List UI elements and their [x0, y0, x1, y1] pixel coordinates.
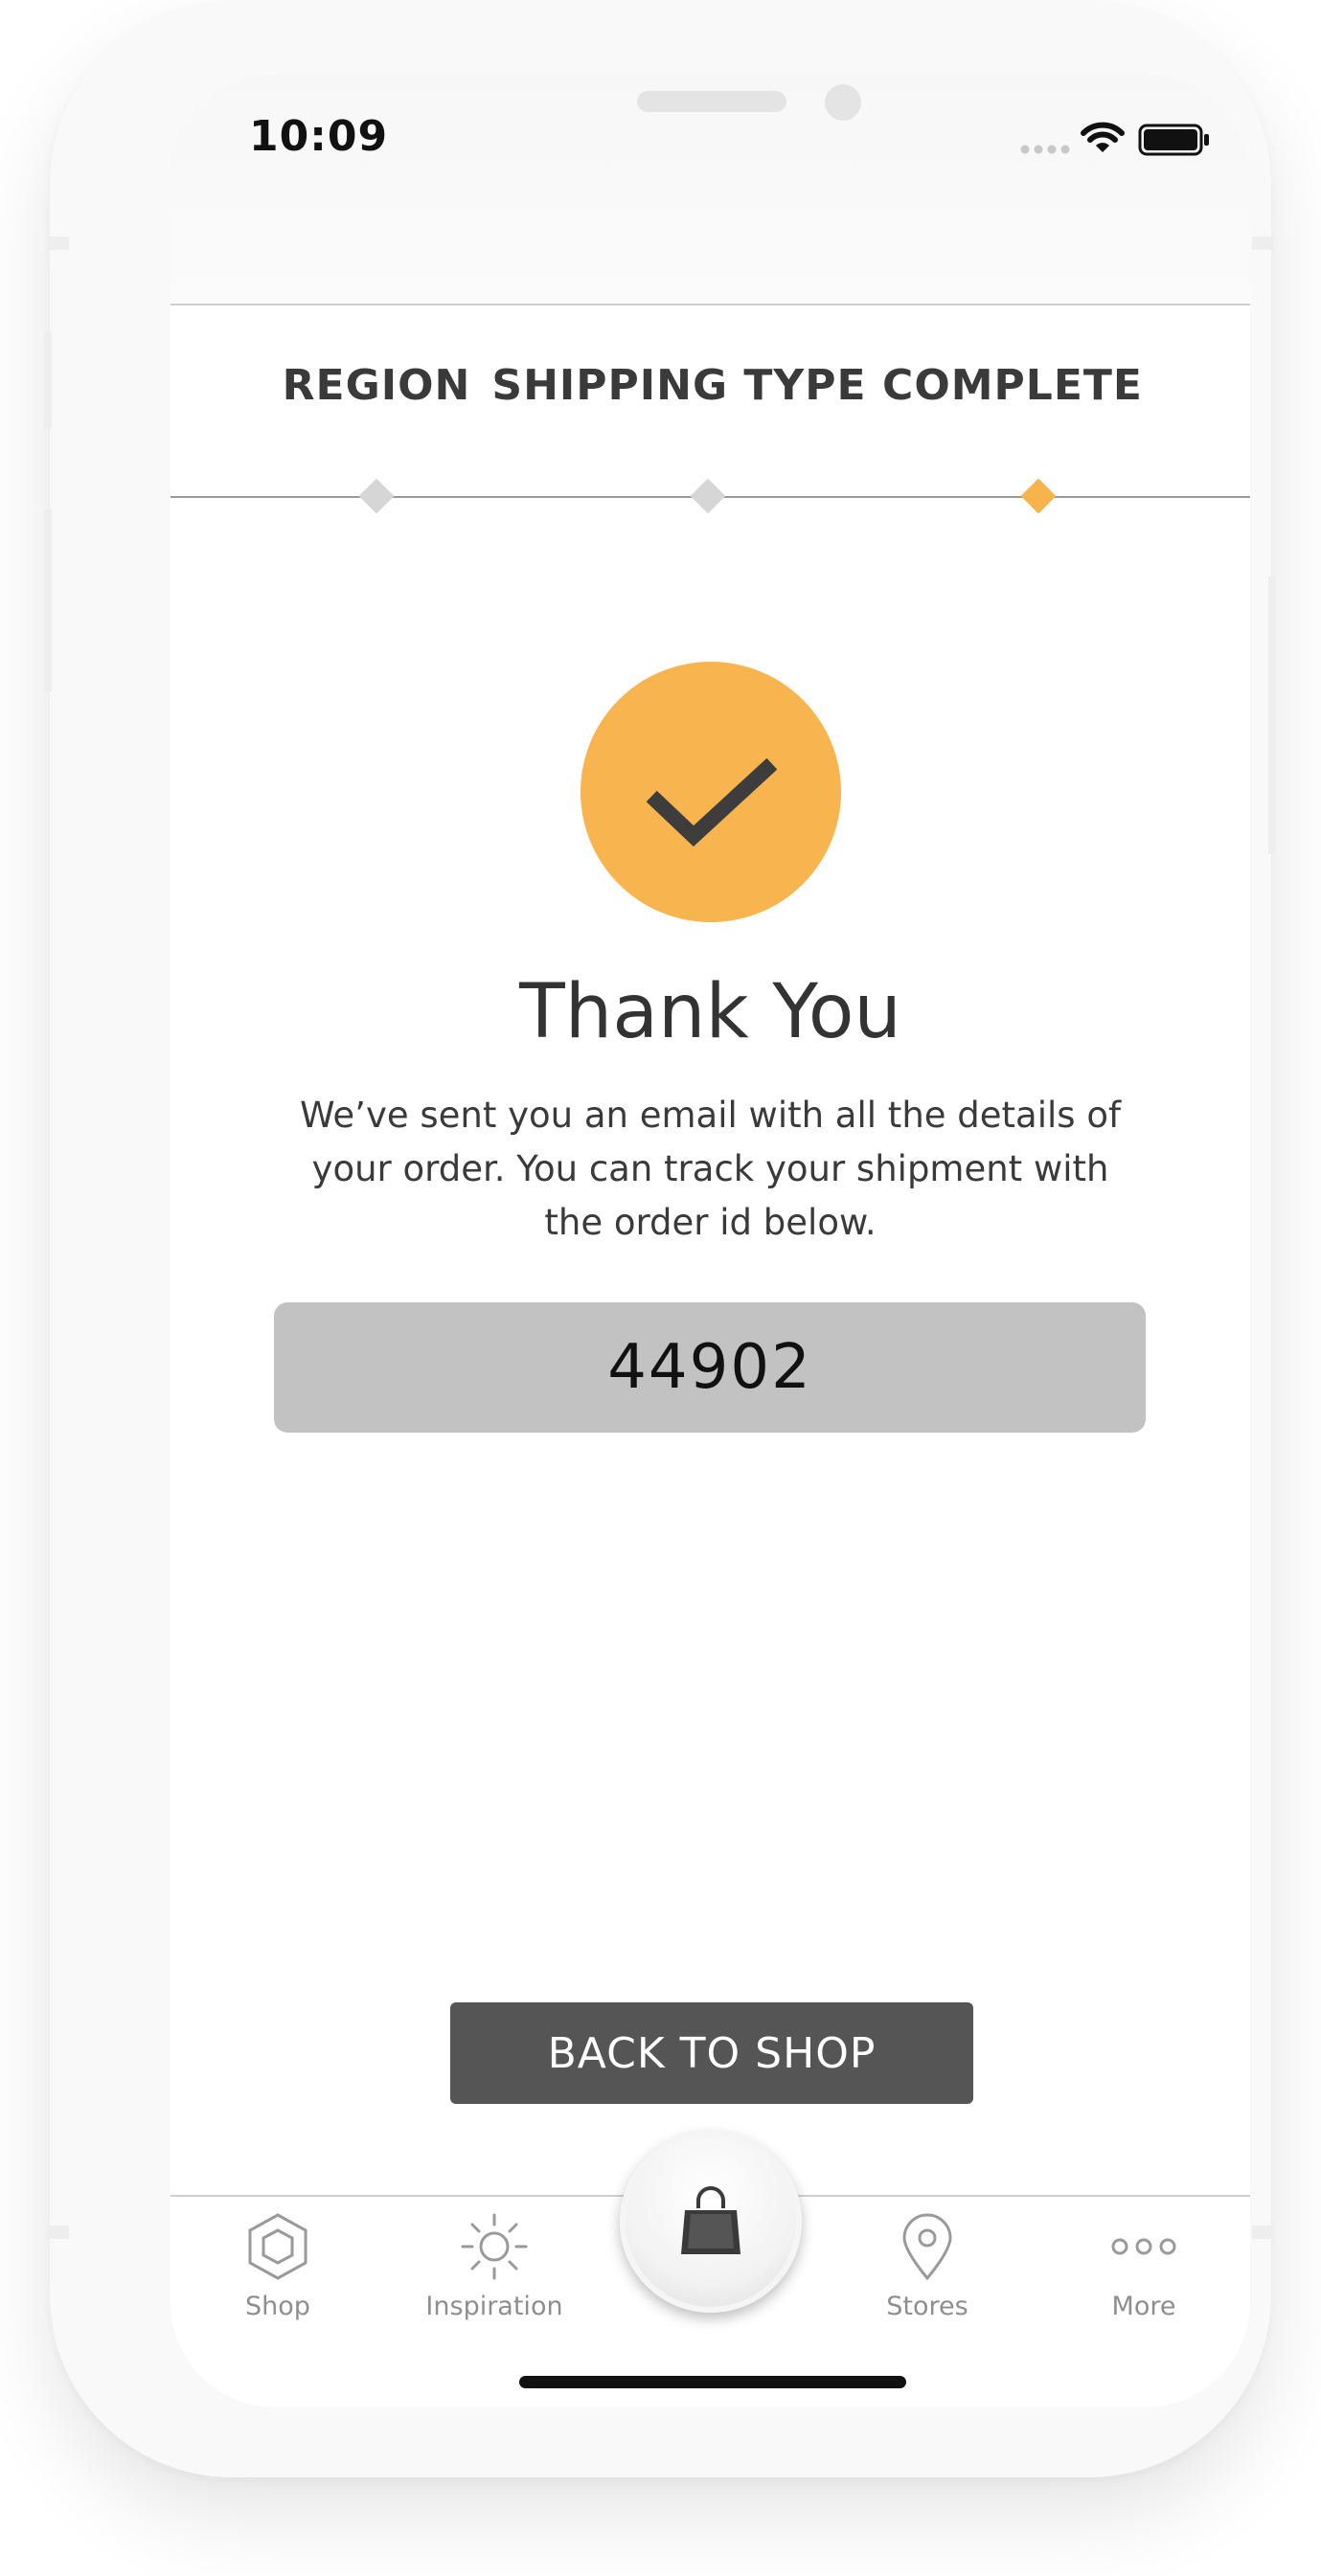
frame-antenna-right-bottom [1252, 2226, 1273, 2239]
step-marker-shipping-type [690, 478, 726, 514]
back-to-shop-button[interactable]: BACK TO SHOP [450, 2002, 973, 2104]
frame-antenna-right [1252, 237, 1273, 250]
mute-switch [48, 237, 69, 250]
step-marker-region [358, 478, 395, 514]
front-camera [825, 84, 861, 121]
tab-stores[interactable]: Stores [831, 2211, 1023, 2321]
tab-inspiration[interactable]: Inspiration [399, 2211, 590, 2321]
wifi-icon [1081, 122, 1125, 152]
earpiece-speaker [637, 91, 786, 112]
tab-shop[interactable]: Shop [182, 2211, 374, 2321]
tab-stores-label: Stores [886, 2292, 968, 2321]
header-divider [171, 304, 1250, 305]
checkmark-icon [646, 757, 778, 847]
order-id-box: 44902 [274, 1302, 1146, 1433]
success-badge [581, 662, 841, 922]
confirmation-message: We’ve sent you an email with all the det… [300, 1095, 1121, 1243]
status-bar: 10:09 [171, 74, 1250, 304]
tab-more[interactable]: More [1048, 2211, 1240, 2321]
phone-frame: 10:09 REGION SHIPPING TYPE COMPLETE Than… [44, 2, 1276, 2477]
status-time: 10:09 [249, 112, 389, 161]
thank-you-title: Thank You [519, 969, 901, 1055]
step-marker-complete [1020, 478, 1057, 514]
tab-inspiration-label: Inspiration [425, 2292, 563, 2321]
app-screen: 10:09 REGION SHIPPING TYPE COMPLETE Than… [171, 74, 1250, 2407]
hexagon-icon [248, 2213, 307, 2280]
cellular-signal-icon [1020, 145, 1070, 154]
battery-icon [1138, 124, 1209, 156]
step-region[interactable]: REGION [283, 361, 471, 410]
checkout-steps: REGION SHIPPING TYPE COMPLETE [171, 361, 1250, 438]
frame-antenna-left [48, 2226, 69, 2239]
volume-up-button [44, 332, 52, 428]
home-indicator[interactable] [519, 2376, 906, 2388]
tab-shop-label: Shop [245, 2292, 310, 2321]
tab-more-label: More [1111, 2292, 1176, 2321]
sun-icon [461, 2213, 528, 2280]
shopping-bag-icon [681, 2186, 740, 2254]
cart-button[interactable] [620, 2131, 802, 2313]
side-power-button [1268, 576, 1276, 854]
volume-down-button [44, 509, 52, 691]
step-shipping-type[interactable]: SHIPPING TYPE [491, 361, 866, 410]
step-complete[interactable]: COMPLETE [882, 361, 1143, 410]
location-pin-icon [902, 2213, 952, 2281]
more-dots-icon [1111, 2238, 1176, 2255]
